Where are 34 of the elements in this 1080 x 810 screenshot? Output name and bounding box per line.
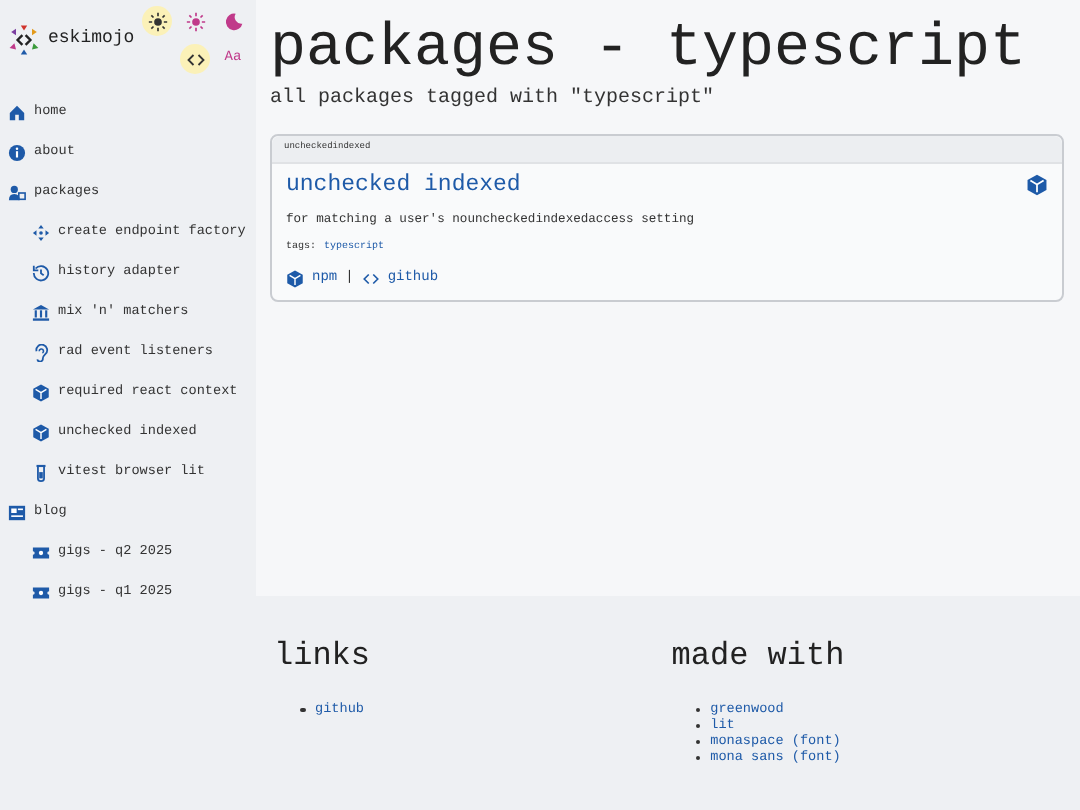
newspaper-icon xyxy=(8,503,26,521)
site-name[interactable]: eskimojo xyxy=(48,26,135,54)
page-subtitle: all packages tagged with "typescript" xyxy=(270,85,717,114)
bullet-icon xyxy=(300,707,305,713)
cube-icon xyxy=(1026,173,1048,196)
sun-icon xyxy=(185,11,205,31)
bullet-icon xyxy=(695,707,701,713)
footer-heading: made with xyxy=(671,640,845,672)
house-icon xyxy=(8,103,26,121)
moon-icon xyxy=(223,11,243,31)
page-title: packages - typescript xyxy=(270,20,1029,80)
building-icon xyxy=(32,303,50,321)
footer-heading: links xyxy=(273,640,370,672)
bullet-icon xyxy=(695,739,701,745)
info-icon xyxy=(8,143,26,161)
people-icon xyxy=(8,183,26,201)
arrows-icon xyxy=(32,223,50,241)
cube-icon xyxy=(32,423,50,441)
ticket-icon xyxy=(32,583,50,601)
logo-icon xyxy=(8,24,40,56)
theme-button[interactable] xyxy=(142,6,172,36)
cube-icon xyxy=(32,383,50,401)
bullet-icon xyxy=(695,755,701,761)
ear-icon xyxy=(32,343,50,361)
font-button[interactable] xyxy=(180,44,210,74)
test-tube-icon xyxy=(32,463,50,481)
clock-icon xyxy=(32,263,50,281)
code-icon xyxy=(185,49,205,69)
bullet-icon xyxy=(695,723,701,729)
package-title-link[interactable]: unchecked indexed xyxy=(286,167,521,202)
cube-icon xyxy=(286,269,304,288)
ticket-icon xyxy=(32,543,50,561)
code-icon xyxy=(361,269,380,288)
auto-theme-icon xyxy=(147,11,167,31)
